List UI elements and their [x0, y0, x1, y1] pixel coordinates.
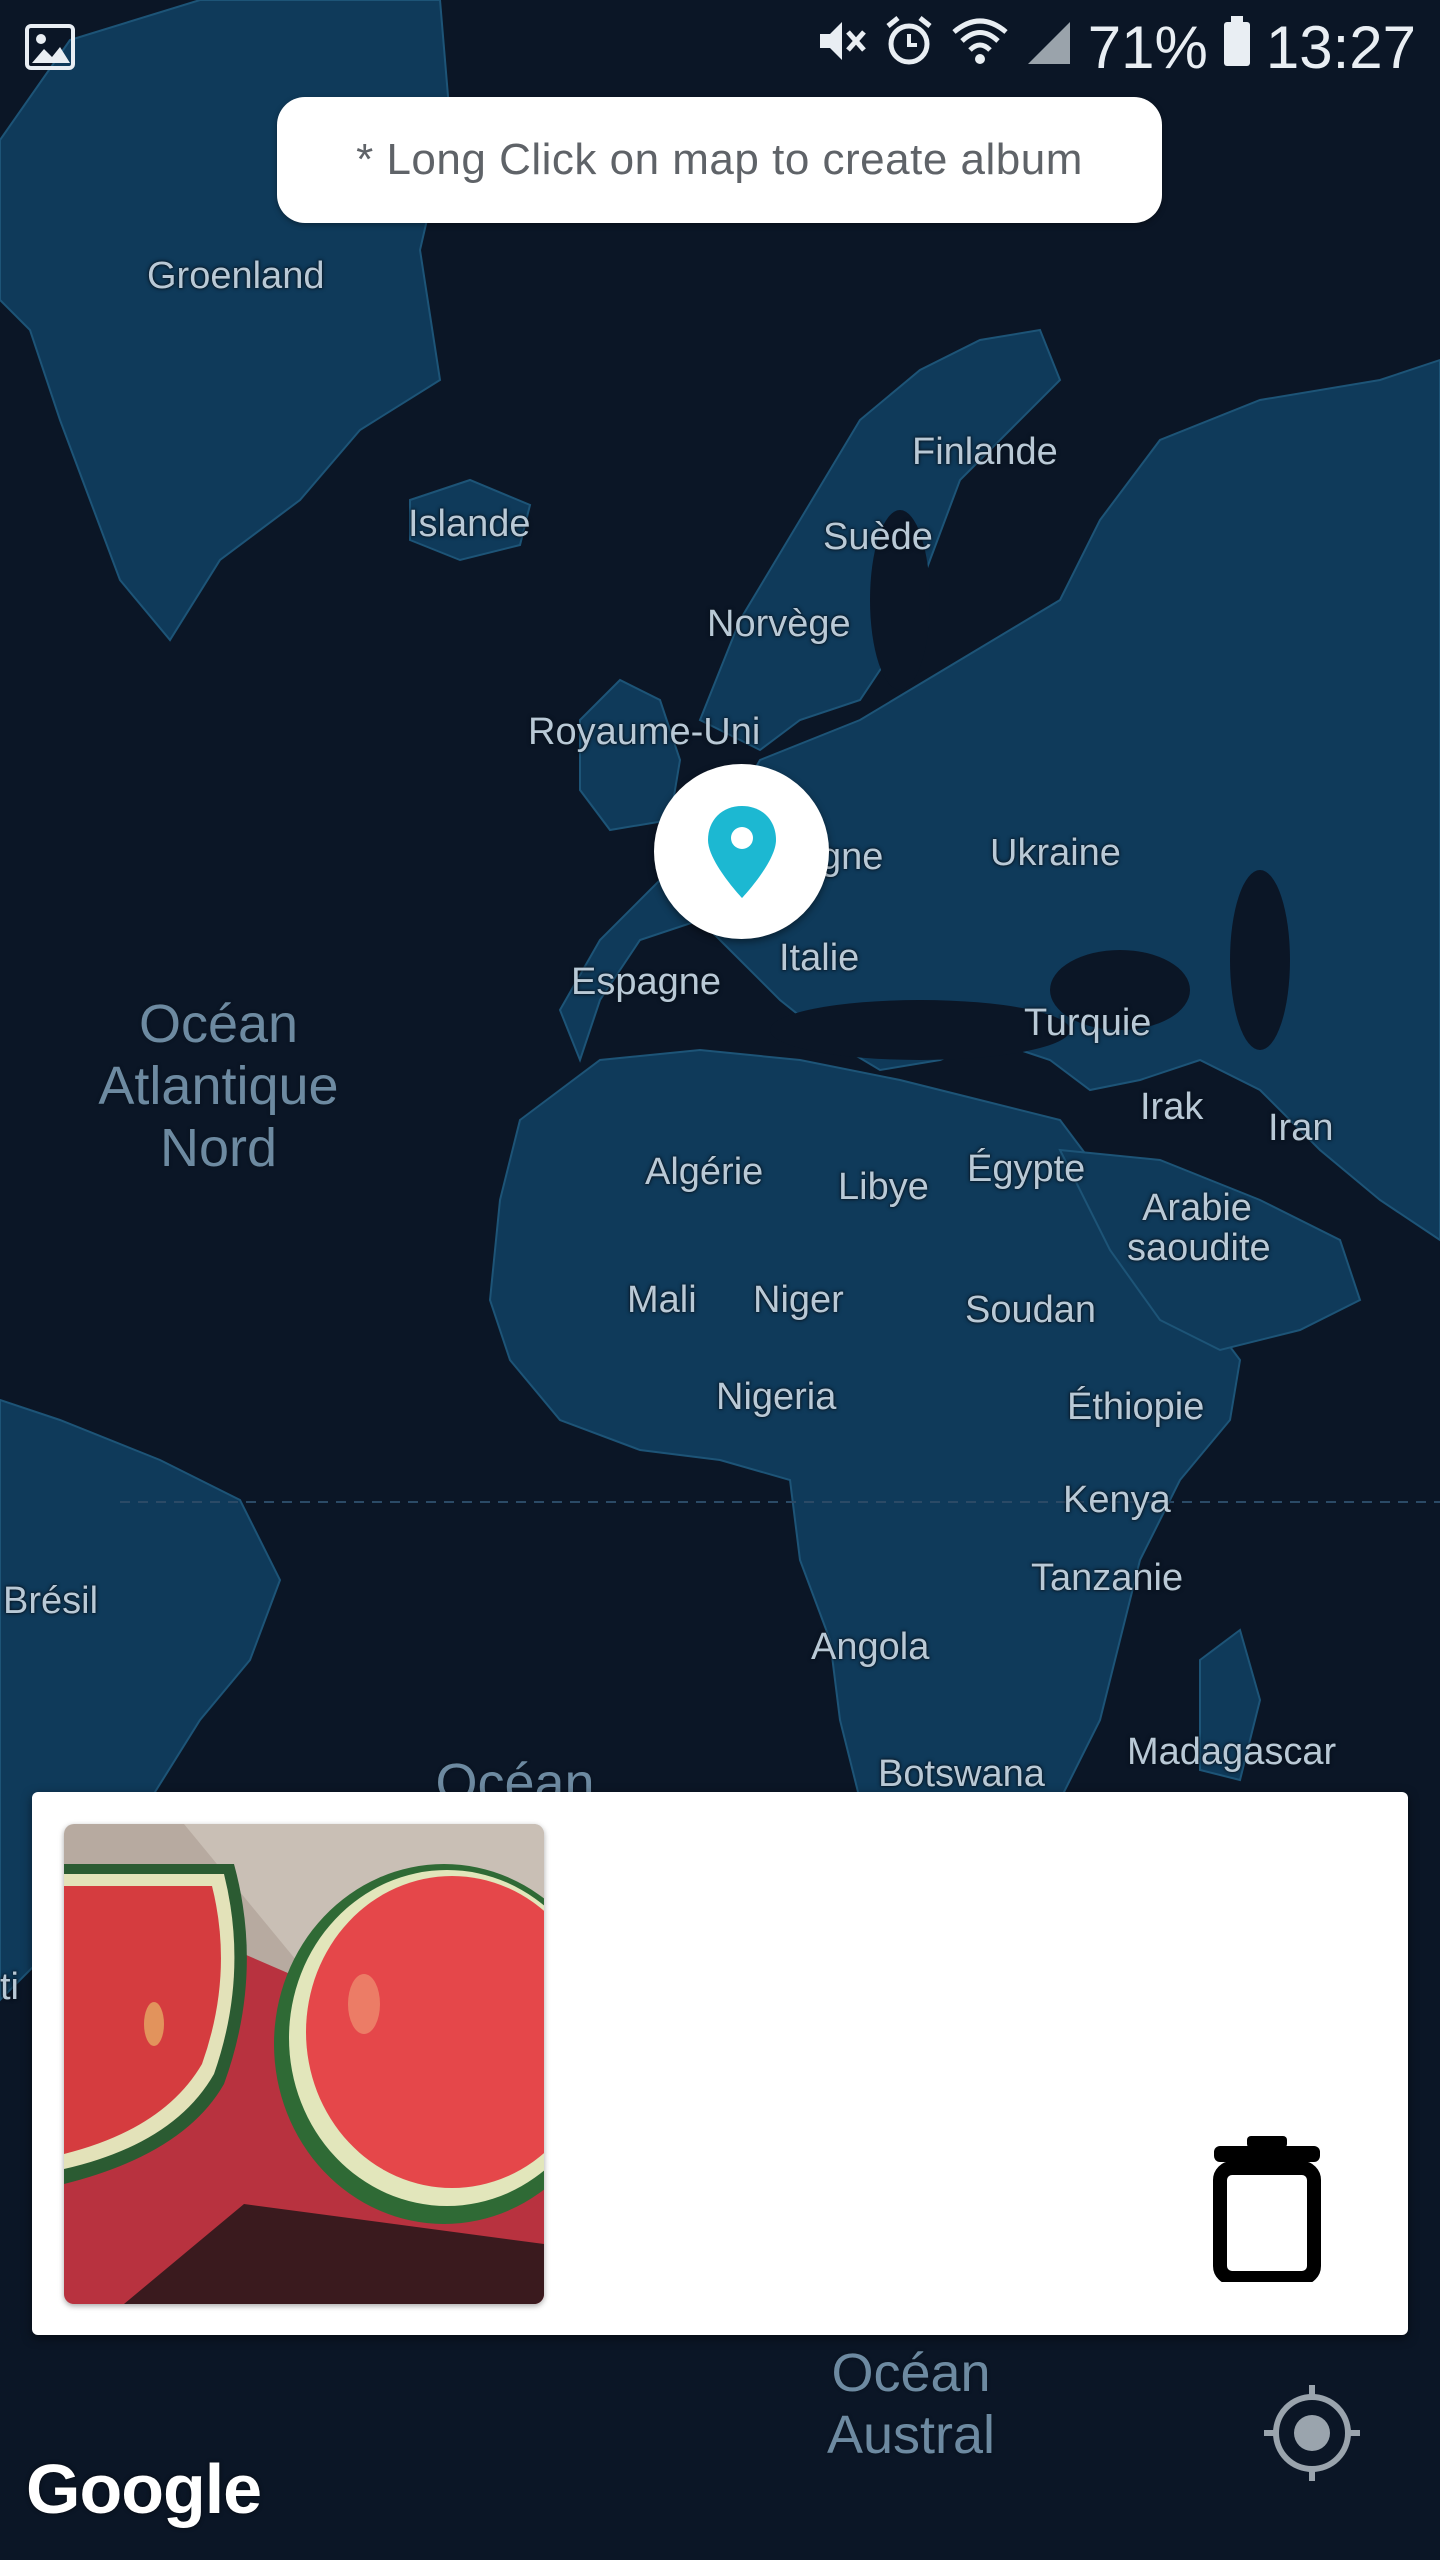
label-algerie: Algérie: [645, 1151, 764, 1193]
label-madagascar: Madagascar: [1127, 1731, 1337, 1773]
location-pin-icon: [707, 805, 776, 898]
trash-icon: [1213, 2136, 1321, 2285]
label-italie: Italie: [779, 937, 860, 979]
label-finlande: Finlande: [912, 431, 1058, 473]
status-bar: 71% 13:27: [0, 0, 1440, 96]
delete-album-button[interactable]: [1212, 2132, 1322, 2287]
label-espagne: Espagne: [571, 961, 722, 1003]
label-norvege: Norvège: [707, 603, 851, 645]
clock: 13:27: [1265, 14, 1416, 81]
label-botswana: Botswana: [878, 1753, 1045, 1795]
gallery-icon: [24, 20, 76, 87]
wifi-icon: [950, 14, 1010, 82]
label-partial-left: ti: [0, 1966, 19, 2008]
label-irak: Irak: [1140, 1086, 1204, 1128]
my-location-icon: [1264, 2385, 1360, 2481]
label-allemagne-partial: gne: [820, 836, 884, 878]
label-mali: Mali: [627, 1279, 697, 1321]
label-bresil: Brésil: [3, 1580, 99, 1622]
label-ocean-atlantique-nord: Océan Atlantique Nord: [98, 994, 339, 1178]
label-royaume-uni: Royaume-Uni: [528, 711, 761, 753]
album-panel: [32, 1792, 1408, 2335]
label-soudan: Soudan: [965, 1289, 1097, 1331]
label-angola: Angola: [811, 1626, 930, 1668]
album-photo-thumbnail[interactable]: [64, 1824, 544, 2304]
label-tanzanie: Tanzanie: [1031, 1557, 1184, 1599]
label-turquie: Turquie: [1024, 1002, 1152, 1044]
label-egypte: Égypte: [967, 1148, 1086, 1190]
label-groenland: Groenland: [147, 255, 325, 297]
signal-icon: [1024, 14, 1074, 82]
battery-percentage: 71%: [1087, 14, 1208, 81]
battery-icon: [1222, 14, 1252, 82]
alarm-icon: [882, 14, 936, 82]
label-iran: Iran: [1268, 1107, 1334, 1149]
label-ukraine: Ukraine: [990, 832, 1121, 874]
label-nigeria: Nigeria: [716, 1376, 837, 1418]
label-kenya: Kenya: [1063, 1479, 1171, 1521]
google-logo: Google: [26, 2450, 262, 2528]
my-location-button[interactable]: [1262, 2383, 1362, 2488]
label-niger: Niger: [753, 1279, 844, 1321]
hint-text: * Long Click on map to create album: [356, 135, 1083, 184]
label-suede: Suède: [823, 516, 933, 558]
label-libye: Libye: [838, 1166, 929, 1208]
label-islande: Islande: [408, 503, 531, 545]
mute-icon: [814, 14, 868, 82]
label-arabie-saoudite: Arabie saoudite: [1127, 1187, 1271, 1269]
label-ocean-austral: Océan Austral: [826, 2343, 996, 2465]
map-marker[interactable]: [654, 764, 829, 939]
hint-banner: * Long Click on map to create album: [277, 97, 1162, 223]
label-ethiopie: Éthiopie: [1067, 1386, 1205, 1428]
